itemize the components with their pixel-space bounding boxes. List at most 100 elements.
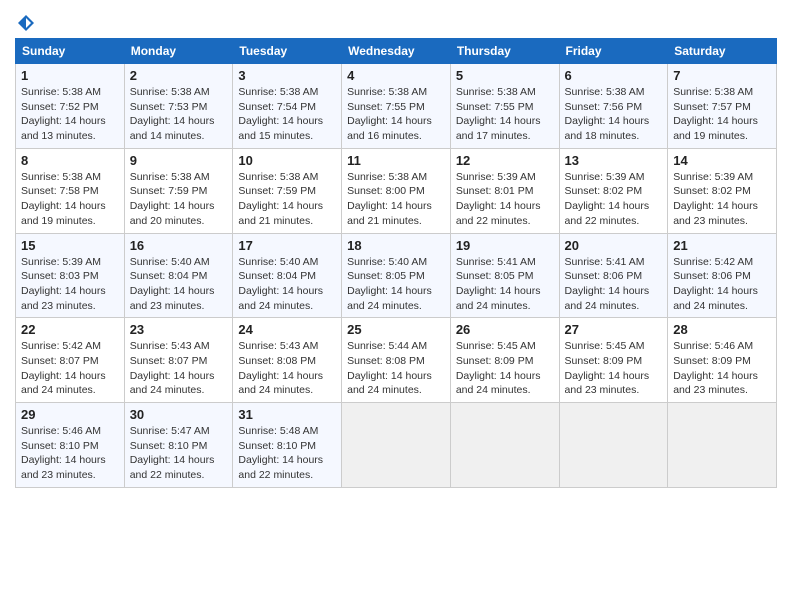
day-info: Sunrise: 5:43 AMSunset: 8:08 PMDaylight:… bbox=[238, 339, 336, 398]
day-info: Sunrise: 5:38 AMSunset: 7:56 PMDaylight:… bbox=[565, 85, 663, 144]
day-header-saturday: Saturday bbox=[668, 39, 777, 64]
calendar-cell: 28 Sunrise: 5:46 AMSunset: 8:09 PMDayligh… bbox=[668, 318, 777, 403]
calendar-cell: 14Sunrise: 5:39 AMSunset: 8:02 PMDayligh… bbox=[668, 148, 777, 233]
calendar-cell: 30 Sunrise: 5:47 AMSunset: 8:10 PMDayligh… bbox=[124, 403, 233, 488]
calendar-table: SundayMondayTuesdayWednesdayThursdayFrid… bbox=[15, 38, 777, 488]
day-info: Sunrise: 5:38 AMSunset: 7:54 PMDaylight:… bbox=[238, 85, 336, 144]
day-info: Sunrise: 5:38 AMSunset: 7:53 PMDaylight:… bbox=[130, 85, 228, 144]
calendar-cell: 2 Sunrise: 5:38 AMSunset: 7:53 PMDaylight… bbox=[124, 64, 233, 149]
calendar-cell: 31Sunrise: 5:48 AMSunset: 8:10 PMDayligh… bbox=[233, 403, 342, 488]
day-number: 18 bbox=[347, 238, 445, 253]
day-header-tuesday: Tuesday bbox=[233, 39, 342, 64]
day-number: 22 bbox=[21, 322, 119, 337]
day-number: 10 bbox=[238, 153, 336, 168]
day-number: 7 bbox=[673, 68, 771, 83]
day-number: 25 bbox=[347, 322, 445, 337]
day-info: Sunrise: 5:47 AMSunset: 8:10 PMDaylight:… bbox=[130, 424, 228, 483]
day-info: Sunrise: 5:45 AMSunset: 8:09 PMDaylight:… bbox=[565, 339, 663, 398]
calendar-week-row: 8 Sunrise: 5:38 AMSunset: 7:58 PMDaylight… bbox=[16, 148, 777, 233]
calendar-cell: 12 Sunrise: 5:39 AMSunset: 8:01 PMDayligh… bbox=[450, 148, 559, 233]
day-info: Sunrise: 5:38 AMSunset: 8:00 PMDaylight:… bbox=[347, 170, 445, 229]
day-info: Sunrise: 5:38 AMSunset: 7:58 PMDaylight:… bbox=[21, 170, 119, 229]
day-info: Sunrise: 5:42 AMSunset: 8:06 PMDaylight:… bbox=[673, 255, 771, 314]
day-number: 20 bbox=[565, 238, 663, 253]
calendar-cell: 21 Sunrise: 5:42 AMSunset: 8:06 PMDayligh… bbox=[668, 233, 777, 318]
day-info: Sunrise: 5:39 AMSunset: 8:02 PMDaylight:… bbox=[673, 170, 771, 229]
day-number: 6 bbox=[565, 68, 663, 83]
day-info: Sunrise: 5:46 AMSunset: 8:10 PMDaylight:… bbox=[21, 424, 119, 483]
calendar-week-row: 22Sunrise: 5:42 AMSunset: 8:07 PMDayligh… bbox=[16, 318, 777, 403]
calendar-cell: 17 Sunrise: 5:40 AMSunset: 8:04 PMDayligh… bbox=[233, 233, 342, 318]
day-info: Sunrise: 5:38 AMSunset: 7:52 PMDaylight:… bbox=[21, 85, 119, 144]
day-number: 1 bbox=[21, 68, 119, 83]
calendar-cell: 5 Sunrise: 5:38 AMSunset: 7:55 PMDaylight… bbox=[450, 64, 559, 149]
day-number: 24 bbox=[238, 322, 336, 337]
day-info: Sunrise: 5:39 AMSunset: 8:01 PMDaylight:… bbox=[456, 170, 554, 229]
day-info: Sunrise: 5:41 AMSunset: 8:06 PMDaylight:… bbox=[565, 255, 663, 314]
calendar-cell: 19 Sunrise: 5:41 AMSunset: 8:05 PMDayligh… bbox=[450, 233, 559, 318]
day-info: Sunrise: 5:39 AMSunset: 8:02 PMDaylight:… bbox=[565, 170, 663, 229]
day-info: Sunrise: 5:39 AMSunset: 8:03 PMDaylight:… bbox=[21, 255, 119, 314]
calendar-cell: 24 Sunrise: 5:43 AMSunset: 8:08 PMDayligh… bbox=[233, 318, 342, 403]
day-info: Sunrise: 5:38 AMSunset: 7:55 PMDaylight:… bbox=[456, 85, 554, 144]
calendar-cell: 13 Sunrise: 5:39 AMSunset: 8:02 PMDayligh… bbox=[559, 148, 668, 233]
calendar-cell bbox=[342, 403, 451, 488]
day-number: 17 bbox=[238, 238, 336, 253]
day-number: 5 bbox=[456, 68, 554, 83]
day-info: Sunrise: 5:46 AMSunset: 8:09 PMDaylight:… bbox=[673, 339, 771, 398]
calendar-cell: 6 Sunrise: 5:38 AMSunset: 7:56 PMDaylight… bbox=[559, 64, 668, 149]
day-number: 3 bbox=[238, 68, 336, 83]
calendar-header-row: SundayMondayTuesdayWednesdayThursdayFrid… bbox=[16, 39, 777, 64]
day-info: Sunrise: 5:40 AMSunset: 8:05 PMDaylight:… bbox=[347, 255, 445, 314]
calendar-cell: 20 Sunrise: 5:41 AMSunset: 8:06 PMDayligh… bbox=[559, 233, 668, 318]
day-number: 8 bbox=[21, 153, 119, 168]
day-number: 28 bbox=[673, 322, 771, 337]
day-number: 15 bbox=[21, 238, 119, 253]
calendar-cell bbox=[668, 403, 777, 488]
day-number: 29 bbox=[21, 407, 119, 422]
day-info: Sunrise: 5:38 AMSunset: 7:55 PMDaylight:… bbox=[347, 85, 445, 144]
calendar-cell: 27Sunrise: 5:45 AMSunset: 8:09 PMDayligh… bbox=[559, 318, 668, 403]
day-number: 19 bbox=[456, 238, 554, 253]
calendar-cell: 23Sunrise: 5:43 AMSunset: 8:07 PMDayligh… bbox=[124, 318, 233, 403]
day-info: Sunrise: 5:41 AMSunset: 8:05 PMDaylight:… bbox=[456, 255, 554, 314]
day-number: 12 bbox=[456, 153, 554, 168]
calendar-cell: 8 Sunrise: 5:38 AMSunset: 7:58 PMDaylight… bbox=[16, 148, 125, 233]
calendar-cell: 1 Sunrise: 5:38 AMSunset: 7:52 PMDaylight… bbox=[16, 64, 125, 149]
logo-icon bbox=[17, 14, 35, 32]
day-info: Sunrise: 5:38 AMSunset: 7:57 PMDaylight:… bbox=[673, 85, 771, 144]
day-header-wednesday: Wednesday bbox=[342, 39, 451, 64]
calendar-cell: 11 Sunrise: 5:38 AMSunset: 8:00 PMDayligh… bbox=[342, 148, 451, 233]
calendar-cell: 18 Sunrise: 5:40 AMSunset: 8:05 PMDayligh… bbox=[342, 233, 451, 318]
calendar-cell bbox=[450, 403, 559, 488]
day-info: Sunrise: 5:40 AMSunset: 8:04 PMDaylight:… bbox=[238, 255, 336, 314]
day-number: 16 bbox=[130, 238, 228, 253]
day-info: Sunrise: 5:43 AMSunset: 8:07 PMDaylight:… bbox=[130, 339, 228, 398]
calendar-week-row: 15 Sunrise: 5:39 AMSunset: 8:03 PMDayligh… bbox=[16, 233, 777, 318]
calendar-cell: 26 Sunrise: 5:45 AMSunset: 8:09 PMDayligh… bbox=[450, 318, 559, 403]
day-number: 26 bbox=[456, 322, 554, 337]
day-number: 11 bbox=[347, 153, 445, 168]
calendar-cell: 9Sunrise: 5:38 AMSunset: 7:59 PMDaylight… bbox=[124, 148, 233, 233]
day-info: Sunrise: 5:45 AMSunset: 8:09 PMDaylight:… bbox=[456, 339, 554, 398]
day-info: Sunrise: 5:38 AMSunset: 7:59 PMDaylight:… bbox=[238, 170, 336, 229]
calendar-week-row: 29 Sunrise: 5:46 AMSunset: 8:10 PMDayligh… bbox=[16, 403, 777, 488]
day-number: 13 bbox=[565, 153, 663, 168]
calendar-cell: 3 Sunrise: 5:38 AMSunset: 7:54 PMDaylight… bbox=[233, 64, 342, 149]
day-info: Sunrise: 5:44 AMSunset: 8:08 PMDaylight:… bbox=[347, 339, 445, 398]
day-info: Sunrise: 5:38 AMSunset: 7:59 PMDaylight:… bbox=[130, 170, 228, 229]
page-header bbox=[15, 10, 777, 30]
calendar-cell: 4 Sunrise: 5:38 AMSunset: 7:55 PMDaylight… bbox=[342, 64, 451, 149]
day-number: 4 bbox=[347, 68, 445, 83]
day-number: 30 bbox=[130, 407, 228, 422]
calendar-cell: 10 Sunrise: 5:38 AMSunset: 7:59 PMDayligh… bbox=[233, 148, 342, 233]
day-number: 2 bbox=[130, 68, 228, 83]
calendar-cell: 25 Sunrise: 5:44 AMSunset: 8:08 PMDayligh… bbox=[342, 318, 451, 403]
day-header-thursday: Thursday bbox=[450, 39, 559, 64]
calendar-cell: 22Sunrise: 5:42 AMSunset: 8:07 PMDayligh… bbox=[16, 318, 125, 403]
calendar-cell: 16Sunrise: 5:40 AMSunset: 8:04 PMDayligh… bbox=[124, 233, 233, 318]
calendar-cell: 29 Sunrise: 5:46 AMSunset: 8:10 PMDayligh… bbox=[16, 403, 125, 488]
logo bbox=[15, 14, 35, 30]
day-header-monday: Monday bbox=[124, 39, 233, 64]
day-number: 21 bbox=[673, 238, 771, 253]
